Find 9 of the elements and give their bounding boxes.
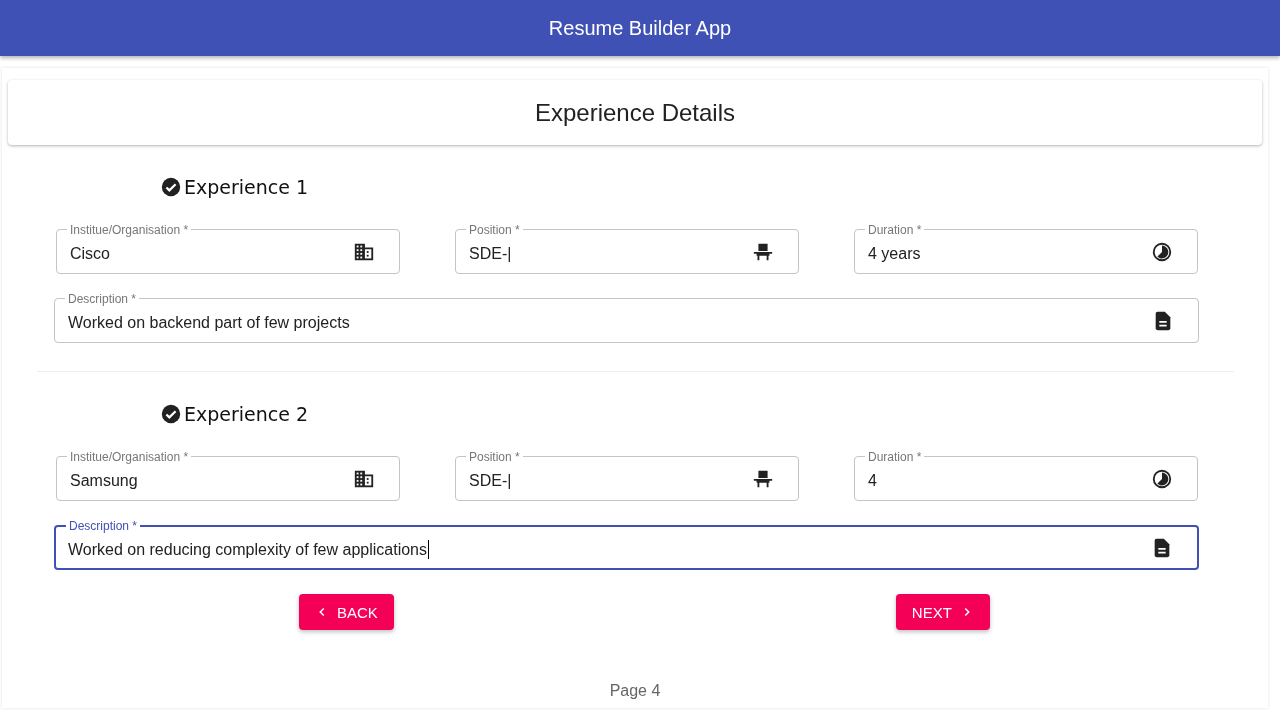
clock-icon — [1151, 240, 1173, 263]
nav-button[interactable]: NEXT — [895, 594, 990, 630]
page-title: Experience Details — [534, 98, 736, 127]
section-heading: Experience 2 — [184, 403, 309, 425]
app-title: Resume Builder App — [548, 16, 732, 40]
section-heading: Experience 1 — [184, 176, 309, 198]
clock-icon — [1151, 467, 1173, 490]
nav-button[interactable]: BACK — [299, 594, 394, 630]
page-number: Page 4 — [609, 682, 661, 699]
